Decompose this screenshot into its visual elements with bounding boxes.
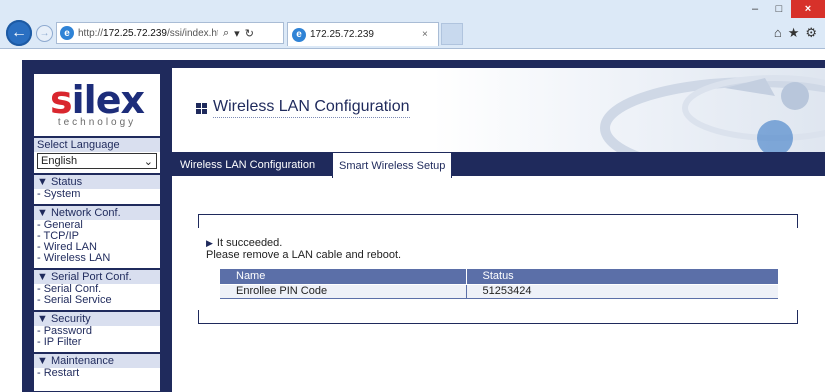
column-header-status: Status <box>465 269 778 284</box>
table-cell-status: 51253424 <box>465 283 778 299</box>
ie-tab-icon: e <box>292 27 306 42</box>
silex-logo[interactable]: silex technology <box>34 74 160 136</box>
language-section: Select Language English ⌄ <box>34 136 160 169</box>
sidebar-item-system[interactable]: - System <box>34 189 160 200</box>
header-banner: Wireless LAN Configuration <box>172 68 825 156</box>
sidebar-heading-maintenance[interactable]: ▼ Maintenance <box>34 354 160 368</box>
tab-smart-wireless-setup[interactable]: Smart Wireless Setup <box>332 152 453 178</box>
arrow-right-icon: → <box>39 28 50 39</box>
main-content: Wireless LAN Configuration Wireless LAN … <box>172 68 825 392</box>
sidebar: silex technology Select Language English… <box>33 73 161 392</box>
back-button[interactable]: ← <box>6 20 32 46</box>
network-section: ▼ Network Conf. - General - TCP/IP - Wir… <box>34 204 160 268</box>
sidebar-item-serial-service[interactable]: - Serial Service <box>34 295 160 306</box>
language-label: Select Language <box>34 138 160 152</box>
language-value: English <box>41 155 78 167</box>
tab-title: 172.25.72.239 <box>310 29 374 40</box>
page-title: Wireless LAN Configuration <box>196 98 410 118</box>
page-tab-bar: Wireless LAN Configuration Smart Wireles… <box>172 152 825 178</box>
sidebar-heading-serial[interactable]: ▼ Serial Port Conf. <box>34 270 160 284</box>
banner-graphic <box>600 75 825 156</box>
message-line-2: Please remove a LAN cable and reboot. <box>206 249 402 261</box>
status-section: ▼ Status - System <box>34 173 160 204</box>
message-line-1: It succeeded. <box>216 237 283 249</box>
home-icon[interactable]: ⌂ <box>774 25 782 41</box>
security-section: ▼ Security - Password - IP Filter <box>34 310 160 352</box>
gear-icon[interactable]: ⚙ <box>805 25 817 41</box>
status-table: Name Status Enrollee PIN Code 51253424 <box>220 269 778 299</box>
sidebar-item-restart[interactable]: - Restart <box>34 368 160 379</box>
refresh-icon[interactable]: ↻ <box>245 27 254 40</box>
address-text[interactable]: http://172.25.72.239/ssi/index.htm?pa; <box>78 28 218 39</box>
grid-bullet-icon <box>196 102 207 114</box>
chevron-down-icon: ⌄ <box>143 155 153 168</box>
forward-button[interactable]: → <box>36 25 53 42</box>
triangle-right-icon: ▶ <box>206 238 213 248</box>
sidebar-heading-network[interactable]: ▼ Network Conf. <box>34 206 160 220</box>
close-window-button[interactable]: × <box>791 0 825 18</box>
sidebar-heading-status[interactable]: ▼ Status <box>34 175 160 189</box>
sidebar-heading-security[interactable]: ▼ Security <box>34 312 160 326</box>
minimize-button[interactable]: – <box>743 0 767 18</box>
maintenance-section: ▼ Maintenance - Restart <box>34 352 160 379</box>
close-tab-icon[interactable]: × <box>422 29 438 40</box>
table-cell-name: Enrollee PIN Code <box>220 283 466 299</box>
arrow-left-icon: ← <box>11 24 27 41</box>
table-header-row: Name Status <box>220 269 778 284</box>
maximize-button[interactable]: □ <box>767 0 791 18</box>
ie-page-icon: e <box>60 26 74 40</box>
tab-wireless-lan-configuration[interactable]: Wireless LAN Configuration <box>174 154 321 176</box>
dropdown-icon[interactable]: ▾ <box>234 27 240 40</box>
browser-toolbar: ⌂ ★ ⚙ <box>774 25 817 41</box>
browser-chrome: – □ × ← → e http://172.25.72.239/ssi/ind… <box>0 0 825 48</box>
sidebar-item-wireless-lan[interactable]: - Wireless LAN <box>34 253 160 264</box>
window-controls: – □ × <box>743 0 825 18</box>
result-panel: ▶ It succeeded. Please remove a LAN cable… <box>198 214 798 324</box>
browser-tab[interactable]: e 172.25.72.239 × <box>287 22 439 46</box>
favorites-star-icon[interactable]: ★ <box>788 25 800 41</box>
new-tab-button[interactable] <box>441 23 463 45</box>
search-icon[interactable]: ⌕ <box>223 27 229 40</box>
language-select[interactable]: English ⌄ <box>37 153 157 169</box>
sidebar-item-ip-filter[interactable]: - IP Filter <box>34 337 160 348</box>
table-row: Enrollee PIN Code 51253424 <box>220 283 778 299</box>
address-bar[interactable]: e http://172.25.72.239/ssi/index.htm?pa;… <box>56 22 284 44</box>
result-message: ▶ It succeeded. Please remove a LAN cable… <box>206 237 401 261</box>
column-header-name: Name <box>220 269 466 284</box>
serial-section: ▼ Serial Port Conf. - Serial Conf. - Ser… <box>34 268 160 310</box>
